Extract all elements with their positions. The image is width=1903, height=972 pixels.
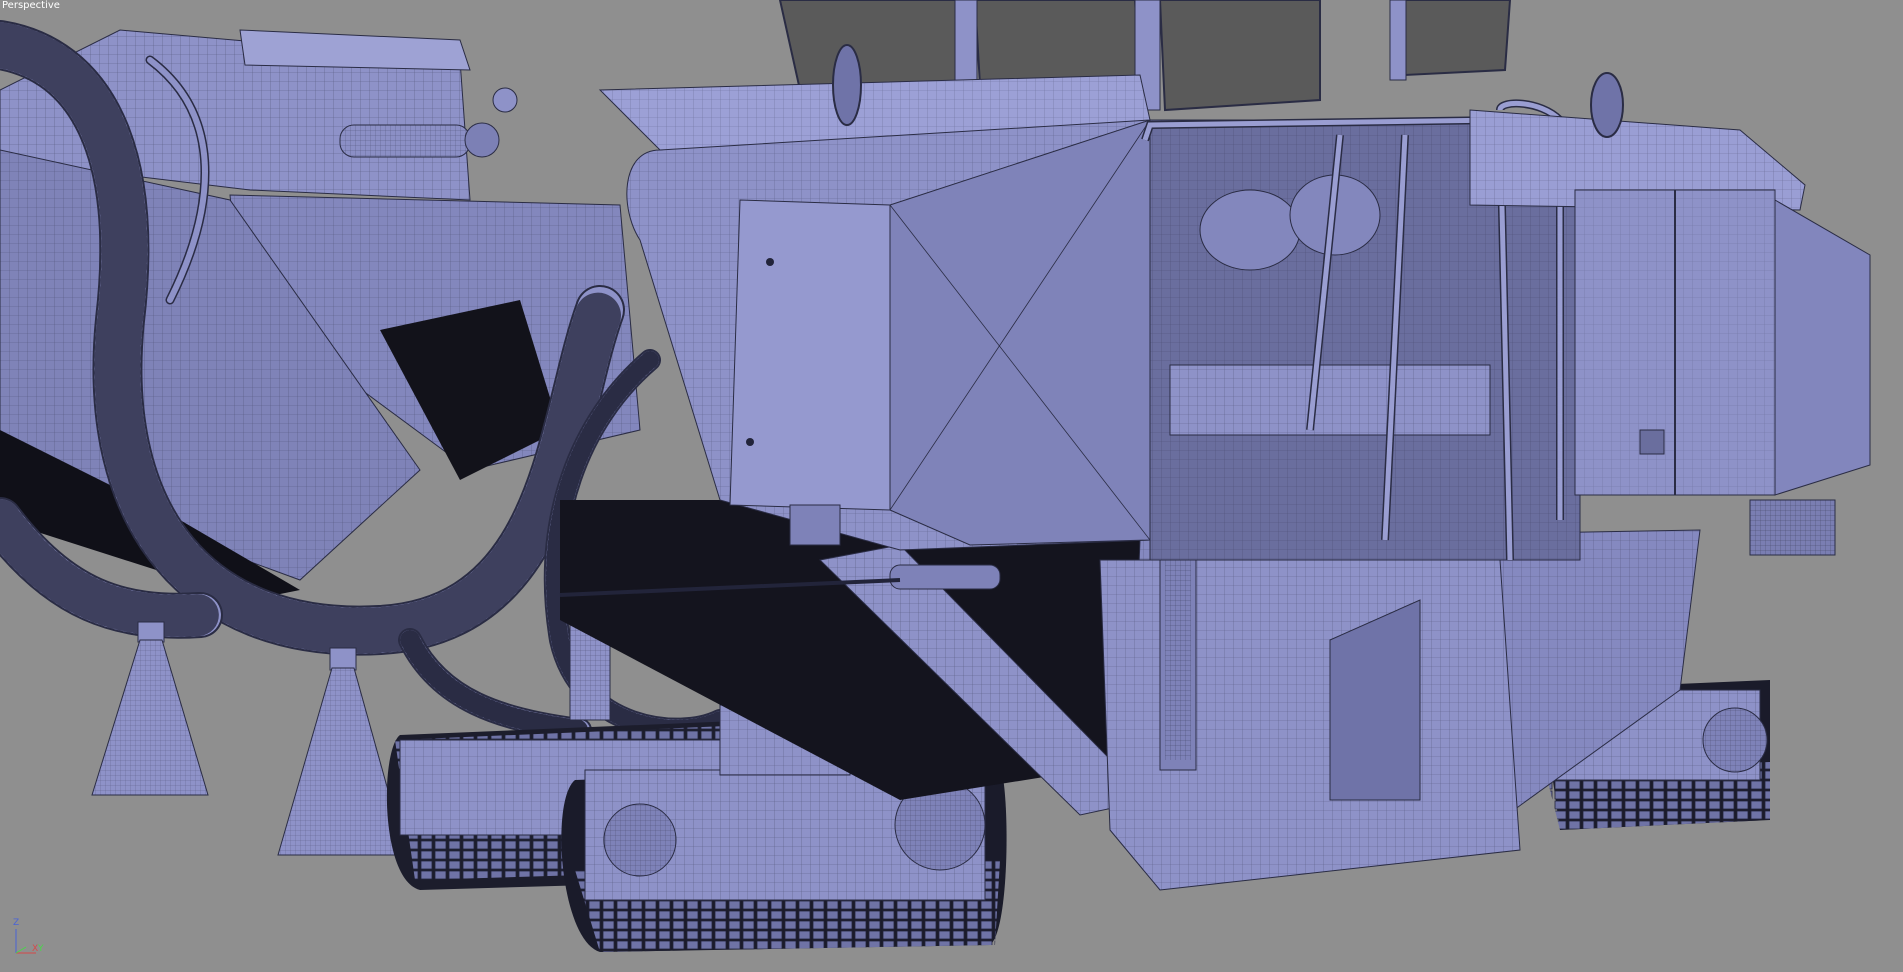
y-axis-line [15,946,27,954]
front-hopper [626,109,1151,551]
axis-gizmo: Z X Y [13,918,44,954]
y-axis-label: Y [37,944,44,954]
milling-machine-wireframe-model [0,0,1871,952]
viewport-label[interactable]: Perspective [2,0,60,11]
perspective-viewport[interactable]: Perspective Z X Y [0,0,1903,972]
z-axis-label: Z [13,918,19,928]
support-cones [91,621,407,856]
